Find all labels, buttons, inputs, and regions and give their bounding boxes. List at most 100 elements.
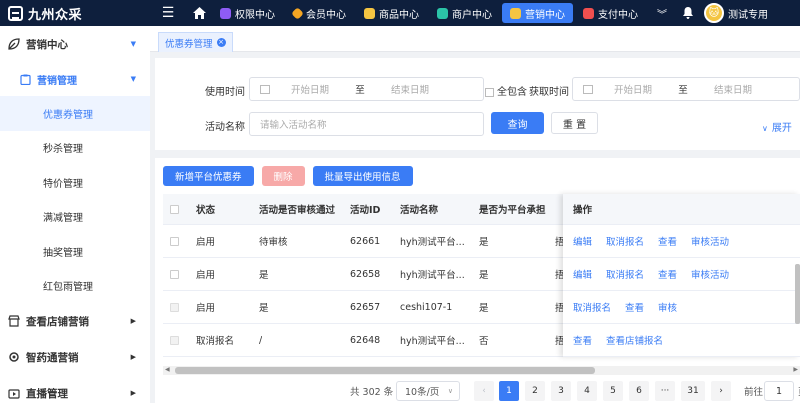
cancel-signup-link[interactable]: 取消报名 bbox=[606, 267, 644, 281]
cell-status: 启用 bbox=[196, 237, 216, 248]
topnav-permission[interactable]: 权限中心 bbox=[212, 3, 283, 23]
cell-id: 62657 bbox=[350, 301, 381, 313]
calendar-icon bbox=[583, 84, 593, 94]
horizontal-scrollbar[interactable]: ◀ ▶ bbox=[163, 366, 800, 375]
pagination: 共 302 条 10条/页 ∨ ‹ 1 2 3 4 5 6 ··· 31 › 前… bbox=[155, 380, 800, 402]
col-name: 活动名称 bbox=[400, 205, 439, 216]
bell-icon[interactable] bbox=[676, 7, 700, 19]
sidebar-group-marketing[interactable]: 营销中心 ▼ bbox=[0, 26, 150, 62]
topnav-member[interactable]: 会员中心 bbox=[285, 3, 354, 23]
table-panel: 新增平台优惠券 删除 批量导出使用信息 状态 活动是否审核通过 活动ID 活动名… bbox=[155, 158, 800, 403]
col-operations: 操作 bbox=[563, 194, 800, 225]
row-checkbox[interactable] bbox=[170, 258, 179, 290]
delete-button[interactable]: 删除 bbox=[261, 166, 305, 186]
live-tv-icon bbox=[8, 389, 20, 399]
page-31[interactable]: 31 bbox=[681, 381, 705, 401]
row-checkbox[interactable] bbox=[170, 225, 179, 257]
cell-platform: 是 bbox=[479, 270, 489, 281]
prev-page-button[interactable]: ‹ bbox=[474, 381, 494, 401]
cell-name: hyh测试平台... bbox=[400, 336, 465, 347]
get-time-range[interactable]: 开始日期 至 结束日期 bbox=[572, 77, 800, 101]
logo-icon bbox=[8, 5, 23, 21]
topnav-payment[interactable]: 支付中心 bbox=[575, 3, 646, 23]
next-page-button[interactable]: › bbox=[711, 381, 731, 401]
scroll-thumb[interactable] bbox=[175, 367, 595, 374]
sidebar-item-red-packet[interactable]: 红包雨管理 bbox=[0, 269, 150, 304]
scroll-left-icon[interactable]: ◀ bbox=[165, 366, 170, 373]
diamond-icon bbox=[291, 6, 304, 20]
total-count: 共 302 条 bbox=[350, 387, 394, 398]
page-5[interactable]: 5 bbox=[603, 381, 623, 401]
sidebar: 营销中心 ▼ 营销管理 ▼ 优惠券管理 秒杀管理 特价管理 满减管理 抽奖管理 … bbox=[0, 26, 150, 403]
cancel-signup-link[interactable]: 取消报名 bbox=[606, 234, 644, 248]
chevron-down-icon[interactable]: ︾ bbox=[648, 6, 676, 21]
menu-toggle-icon[interactable]: ☰ bbox=[150, 5, 186, 21]
page-6[interactable]: 6 bbox=[629, 381, 649, 401]
export-usage-button[interactable]: 批量导出使用信息 bbox=[312, 166, 413, 186]
shield-icon bbox=[220, 7, 231, 19]
topnav-goods[interactable]: 商品中心 bbox=[356, 3, 427, 23]
topnav-marketing[interactable]: 营销中心 bbox=[502, 3, 573, 23]
include-all-checkbox[interactable]: 全包含 bbox=[485, 83, 527, 98]
cell-audit: / bbox=[259, 334, 263, 346]
col-audit: 活动是否审核通过 bbox=[259, 205, 336, 216]
cell-audit: 是 bbox=[259, 303, 269, 314]
activity-name-input[interactable]: 请输入活动名称 bbox=[249, 112, 484, 136]
goto-page-input[interactable]: 1 bbox=[764, 381, 794, 401]
view-link[interactable]: 查看 bbox=[573, 333, 592, 347]
view-link[interactable]: 查看 bbox=[658, 234, 677, 248]
view-link[interactable]: 查看 bbox=[658, 267, 677, 281]
audit-link[interactable]: 审核 bbox=[658, 300, 677, 314]
audit-activity-link[interactable]: 审核活动 bbox=[691, 267, 729, 281]
select-all-checkbox[interactable] bbox=[170, 194, 179, 224]
sidebar-sub-marketing-manage[interactable]: 营销管理 ▼ bbox=[0, 62, 150, 96]
brand-logo[interactable]: 九州众采 bbox=[0, 4, 150, 23]
scroll-right-icon[interactable]: ▶ bbox=[793, 366, 798, 373]
cell-id: 62658 bbox=[350, 268, 381, 280]
add-coupon-button[interactable]: 新增平台优惠券 bbox=[163, 166, 254, 186]
checkbox-icon bbox=[485, 87, 494, 97]
close-icon[interactable]: × bbox=[216, 38, 226, 47]
cell-name: hyh测试平台... bbox=[400, 270, 465, 281]
sidebar-item-seckill[interactable]: 秒杀管理 bbox=[0, 131, 150, 166]
sidebar-group-live[interactable]: 直播管理 ▶ bbox=[0, 375, 150, 403]
cell-status: 取消报名 bbox=[196, 336, 235, 347]
caret-down-icon: ▼ bbox=[130, 40, 136, 48]
tab-coupon-manage[interactable]: 优惠券管理 × bbox=[158, 32, 233, 52]
wallet-icon bbox=[583, 7, 594, 19]
edit-link[interactable]: 编辑 bbox=[573, 267, 592, 281]
cancel-signup-link[interactable]: 取消报名 bbox=[573, 300, 611, 314]
view-store-signup-link[interactable]: 查看店铺报名 bbox=[606, 333, 663, 347]
sidebar-item-special-price[interactable]: 特价管理 bbox=[0, 165, 150, 200]
audit-activity-link[interactable]: 审核活动 bbox=[691, 234, 729, 248]
chevron-down-icon: ∨ bbox=[447, 387, 453, 395]
shop-icon bbox=[8, 315, 20, 327]
user-menu[interactable]: 🐱 测试专用 bbox=[704, 3, 768, 23]
col-platform: 是否为平台承担 bbox=[479, 205, 546, 216]
view-link[interactable]: 查看 bbox=[625, 300, 644, 314]
topnav-merchant[interactable]: 商户中心 bbox=[429, 3, 500, 23]
page-3[interactable]: 3 bbox=[551, 381, 571, 401]
page-size-select[interactable]: 10条/页 ∨ bbox=[396, 381, 460, 401]
home-icon[interactable] bbox=[186, 7, 212, 19]
ops-row: 编辑 取消报名 查看 审核活动 bbox=[563, 258, 800, 291]
query-button[interactable]: 查询 bbox=[491, 112, 544, 134]
page-4[interactable]: 4 bbox=[577, 381, 597, 401]
sidebar-item-lottery[interactable]: 抽奖管理 bbox=[0, 234, 150, 269]
page-2[interactable]: 2 bbox=[525, 381, 545, 401]
sidebar-group-store-marketing[interactable]: 查看店铺营销 ▶ bbox=[0, 303, 150, 339]
sidebar-item-coupon[interactable]: 优惠券管理 bbox=[0, 96, 150, 131]
col-id: 活动ID bbox=[350, 205, 381, 216]
page-ellipsis[interactable]: ··· bbox=[655, 381, 675, 401]
clipboard-icon bbox=[20, 74, 31, 85]
expand-toggle[interactable]: ∨ 展开 bbox=[762, 119, 792, 134]
cell-name: hyh测试平台... bbox=[400, 237, 465, 248]
vertical-scrollbar[interactable] bbox=[795, 264, 800, 324]
page-1[interactable]: 1 bbox=[499, 381, 519, 401]
sidebar-group-zhiyaotong[interactable]: 智药通营销 ▶ bbox=[0, 339, 150, 375]
edit-link[interactable]: 编辑 bbox=[573, 234, 592, 248]
use-time-range[interactable]: 开始日期 至 结束日期 bbox=[249, 77, 484, 101]
sidebar-item-full-reduction[interactable]: 满减管理 bbox=[0, 200, 150, 235]
username: 测试专用 bbox=[728, 9, 768, 21]
reset-button[interactable]: 重 置 bbox=[551, 112, 598, 134]
